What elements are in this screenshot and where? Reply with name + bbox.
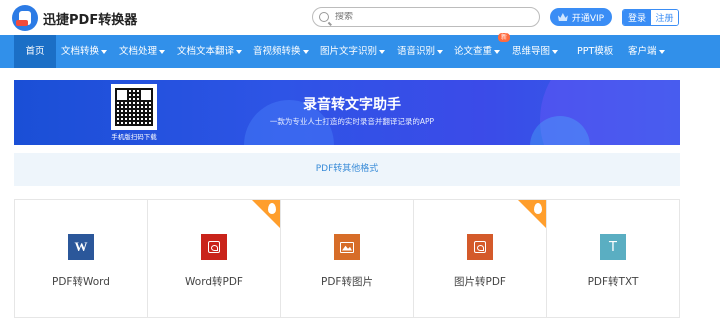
nav-item-label: 音视频转换 bbox=[253, 46, 301, 57]
hot-badge bbox=[252, 200, 280, 228]
chevron-down-icon bbox=[552, 49, 559, 54]
banner-title: 录音转文字助手 bbox=[303, 97, 401, 113]
nav-item-label: 文档转换 bbox=[61, 46, 100, 57]
logo[interactable]: 迅捷PDF转换器 bbox=[12, 5, 137, 31]
nav-item-doc-convert[interactable]: 文档转换 bbox=[61, 35, 108, 68]
logo-icon bbox=[12, 5, 38, 31]
tool-label: PDF转Word bbox=[52, 276, 110, 288]
auth-buttons: 登录 注册 bbox=[622, 9, 679, 26]
new-badge: 新 bbox=[498, 33, 510, 42]
vip-label: 开通VIP bbox=[571, 13, 605, 24]
tool-card-pdf-to-image[interactable]: PDF转图片 bbox=[281, 200, 414, 317]
nav-item-paper-check[interactable]: 论文查重 bbox=[454, 35, 501, 68]
chevron-down-icon bbox=[159, 49, 166, 54]
tool-label: 图片转PDF bbox=[454, 276, 506, 288]
tool-card-image-to-pdf[interactable]: 图片转PDF bbox=[414, 200, 547, 317]
nav-item-doc-translate[interactable]: 文档文本翻译 bbox=[177, 35, 243, 68]
promo-banner[interactable]: 手机版扫码下载 录音转文字助手 一款为专业人士打造的实时录音并翻译记录的APP bbox=[14, 80, 680, 145]
tool-card-pdf-to-txt[interactable]: T PDF转TXT bbox=[547, 200, 679, 317]
pdf-icon bbox=[467, 234, 493, 260]
nav-item-speech[interactable]: 语音识别 bbox=[397, 35, 444, 68]
nav-item-client[interactable]: 客户端 bbox=[628, 35, 665, 68]
qr-caption: 手机版扫码下载 bbox=[111, 133, 157, 141]
crown-icon bbox=[557, 13, 568, 21]
txt-icon: T bbox=[600, 234, 626, 260]
nav-item-doc-process[interactable]: 文档处理 bbox=[119, 35, 166, 68]
word-icon: W bbox=[68, 234, 94, 260]
nav-item-label: 语音识别 bbox=[397, 46, 436, 57]
nav-item-label: 图片文字识别 bbox=[320, 46, 378, 57]
search-box[interactable] bbox=[312, 7, 540, 27]
tool-label: Word转PDF bbox=[185, 276, 243, 288]
chevron-down-icon bbox=[379, 49, 386, 54]
register-button[interactable]: 注册 bbox=[651, 10, 678, 25]
section-title: PDF转其他格式 bbox=[315, 164, 379, 174]
nav-item-label: 客户端 bbox=[628, 46, 657, 57]
nav-item-home[interactable]: 首页 bbox=[14, 35, 56, 68]
hot-badge bbox=[518, 200, 546, 228]
chevron-down-icon bbox=[101, 49, 108, 54]
search-input[interactable] bbox=[335, 12, 525, 22]
nav-item-ppt[interactable]: PPT模板 bbox=[577, 35, 613, 68]
login-button[interactable]: 登录 bbox=[623, 10, 651, 25]
search-icon bbox=[319, 12, 329, 22]
nav-item-label: 首页 bbox=[25, 46, 45, 57]
nav-item-label: 文档处理 bbox=[119, 46, 158, 57]
pdf-icon bbox=[201, 234, 227, 260]
flame-icon bbox=[534, 203, 542, 214]
main-nav: 首页 文档转换 文档处理 文档文本翻译 音视频转换 图片文字识别 语音识别 论文… bbox=[0, 33, 720, 68]
chevron-down-icon bbox=[437, 49, 444, 54]
nav-item-av-convert[interactable]: 音视频转换 bbox=[253, 35, 309, 68]
chevron-down-icon bbox=[658, 49, 665, 54]
nav-item-label: 论文查重 bbox=[454, 46, 493, 57]
nav-item-mindmap[interactable]: 思维导图 bbox=[512, 35, 559, 68]
section-header: PDF转其他格式 bbox=[14, 153, 680, 186]
tool-label: PDF转TXT bbox=[587, 276, 639, 288]
image-icon bbox=[334, 234, 360, 260]
logo-text: 迅捷PDF转换器 bbox=[43, 12, 138, 28]
tool-card-pdf-to-word[interactable]: W PDF转Word bbox=[15, 200, 148, 317]
chevron-down-icon bbox=[236, 49, 243, 54]
tool-grid: W PDF转Word Word转PDF PDF转图片 图片转PDF T PDF转… bbox=[14, 199, 680, 318]
chevron-down-icon bbox=[494, 49, 501, 54]
nav-item-label: 思维导图 bbox=[512, 46, 551, 57]
top-header: 迅捷PDF转换器 开通VIP 登录 注册 bbox=[0, 0, 720, 35]
tool-card-word-to-pdf[interactable]: Word转PDF bbox=[148, 200, 281, 317]
nav-item-ocr[interactable]: 图片文字识别 bbox=[320, 35, 386, 68]
vip-button[interactable]: 开通VIP bbox=[550, 8, 612, 26]
tool-label: PDF转图片 bbox=[321, 276, 373, 288]
nav-item-label: 文档文本翻译 bbox=[177, 46, 235, 57]
banner-subtitle: 一款为专业人士打造的实时录音并翻译记录的APP bbox=[269, 117, 435, 126]
nav-item-label: PPT模板 bbox=[577, 46, 614, 57]
chevron-down-icon bbox=[302, 49, 309, 54]
flame-icon bbox=[268, 203, 276, 214]
